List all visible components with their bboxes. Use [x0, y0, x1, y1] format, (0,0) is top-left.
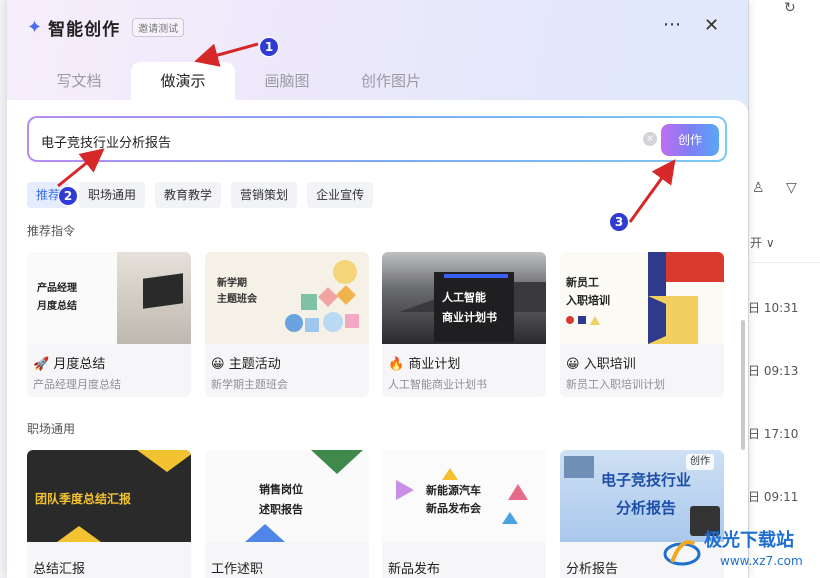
- bg-time: 日 09:11: [748, 490, 799, 504]
- tab-mindmap[interactable]: 画脑图: [235, 62, 339, 100]
- thumb-text: 分析报告: [615, 499, 676, 517]
- thumb-text: 人工智能: [442, 291, 486, 304]
- card-title: 😀 主题活动: [211, 357, 281, 372]
- thumb-text: 新能源汽车: [426, 484, 481, 497]
- more-icon[interactable]: ⋯: [663, 14, 682, 35]
- create-badge[interactable]: 创作: [686, 454, 714, 470]
- tab-write-doc[interactable]: 写文档: [27, 62, 131, 100]
- card-subtitle: 新学期主题班会: [211, 378, 288, 391]
- mode-tabs: 写文档 做演示 画脑图 创作图片: [27, 62, 443, 100]
- fire-icon: 🔥: [388, 357, 405, 372]
- card-title: 😀 入职培训: [566, 357, 636, 372]
- chip-education[interactable]: 教育教学: [155, 182, 222, 208]
- thumb-text: 销售岗位: [259, 483, 303, 496]
- create-button[interactable]: 创作: [661, 124, 719, 156]
- bg-time: 日 17:10: [748, 427, 799, 441]
- prompt-box[interactable]: 电子竞技行业分析报告 × 创作: [27, 116, 727, 162]
- thumb-text: 新品发布会: [426, 502, 481, 515]
- annotation-marker: 1: [259, 37, 279, 57]
- thumb-text: 产品经理: [37, 283, 77, 294]
- tab-presentation[interactable]: 做演示: [131, 62, 235, 100]
- filter-icon[interactable]: ▽: [786, 180, 797, 196]
- chip-enterprise[interactable]: 企业宣传: [307, 182, 374, 208]
- card-thumbnail: 新学期 主题班会: [205, 252, 369, 344]
- card-subtitle: 新员工入职培训计划: [566, 378, 665, 391]
- chip-workplace[interactable]: 职场通用: [79, 182, 146, 208]
- card-title: 分析报告: [566, 562, 619, 577]
- card-thumbnail: 新能源汽车 新品发布会: [382, 450, 546, 542]
- section-title: 推荐指令: [27, 224, 76, 238]
- main-panel: 电子竞技行业分析报告 × 创作 推荐 职场通用 教育教学 营销策划 企业宣传 推…: [7, 100, 748, 578]
- bg-dropdown[interactable]: 开 ∨: [750, 234, 775, 251]
- template-card[interactable]: 产品经理 月度总结 🚀 月度总结 产品经理月度总结: [27, 252, 191, 397]
- thumb-text: 电子竞技行业: [600, 471, 691, 489]
- category-chips: 推荐 职场通用 教育教学 营销策划 企业宣传: [27, 182, 374, 208]
- bg-time: 日 10:31: [748, 301, 799, 315]
- chip-marketing[interactable]: 营销策划: [231, 182, 298, 208]
- sync-icon[interactable]: ↻: [784, 0, 796, 16]
- annotation-marker: 2: [58, 186, 78, 206]
- template-card[interactable]: 新员工 入职培训 😀 入职培训 新员工入职培训计划: [560, 252, 724, 397]
- watermark-url: www.xz7.com: [720, 554, 803, 568]
- annotation-marker: 3: [609, 212, 629, 232]
- card-thumbnail: 人工智能 商业计划书: [382, 252, 546, 344]
- thumb-text: 月度总结: [37, 301, 77, 312]
- template-card[interactable]: 团队季度总结汇报 总结汇报: [27, 450, 191, 578]
- thumb-text: 团队季度总结汇报: [35, 492, 132, 506]
- watermark-name: 极光下载站: [704, 530, 794, 551]
- prompt-input[interactable]: 电子竞技行业分析报告: [41, 132, 171, 151]
- app-title: 智能创作: [48, 19, 121, 40]
- ai-creation-dialog: ✦ 智能创作 邀请测试 ⋯ ✕ 写文档 做演示 画脑图 创作图片 电子竞技行业分…: [7, 0, 748, 578]
- card-title: 总结汇报: [33, 562, 86, 577]
- card-title: 新品发布: [388, 562, 441, 577]
- smile-icon: 😀: [211, 357, 225, 372]
- scrollbar[interactable]: [741, 320, 745, 450]
- template-card[interactable]: 销售岗位 述职报告 工作述职: [205, 450, 369, 578]
- rocket-icon: 🚀: [33, 357, 50, 372]
- watermark-logo-icon: [663, 540, 701, 566]
- beta-badge: 邀请测试: [132, 17, 185, 37]
- thumb-text: 主题班会: [217, 294, 257, 305]
- card-thumbnail: 新员工 入职培训: [560, 252, 724, 344]
- smile-icon: 😀: [566, 357, 580, 372]
- card-subtitle: 产品经理月度总结: [33, 378, 121, 391]
- thumb-text: 新员工: [566, 276, 599, 289]
- watermark: 极光下载站 www.xz7.com: [662, 526, 820, 578]
- clear-icon[interactable]: ×: [643, 132, 657, 146]
- section-title: 职场通用: [27, 422, 76, 436]
- tab-image[interactable]: 创作图片: [339, 62, 443, 100]
- card-thumbnail: 销售岗位 述职报告: [205, 450, 369, 542]
- thumb-text: 入职培训: [566, 294, 610, 307]
- template-card[interactable]: 人工智能 商业计划书 🔥 商业计划 人工智能商业计划书: [382, 252, 546, 397]
- thumb-text: 商业计划书: [442, 311, 497, 324]
- card-title: 工作述职: [211, 562, 264, 577]
- thumb-text: 述职报告: [259, 503, 303, 516]
- card-title: 🚀 月度总结: [33, 357, 106, 372]
- title-bar: ✦ 智能创作 邀请测试: [27, 12, 185, 42]
- card-title: 🔥 商业计划: [388, 357, 461, 372]
- card-thumbnail: 团队季度总结汇报: [27, 450, 191, 542]
- card-subtitle: 人工智能商业计划书: [388, 378, 487, 391]
- close-icon[interactable]: ✕: [704, 15, 719, 36]
- bg-time: 日 09:13: [748, 364, 799, 378]
- thumb-text: 新学期: [217, 278, 247, 289]
- card-thumbnail: 产品经理 月度总结: [27, 252, 191, 344]
- sparkle-logo-icon: ✦: [27, 16, 43, 38]
- template-card[interactable]: 新学期 主题班会 😀 主题活动 新学期主题班会: [205, 252, 369, 397]
- person-icon[interactable]: ♙: [752, 180, 765, 196]
- template-card[interactable]: 新能源汽车 新品发布会 新品发布: [382, 450, 546, 578]
